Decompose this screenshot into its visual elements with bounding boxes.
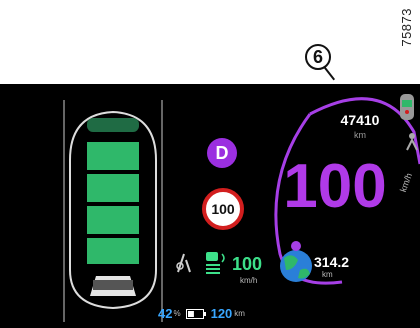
lane-assist-icon xyxy=(176,253,191,273)
eco-globe-icon xyxy=(280,241,312,282)
battery-cell xyxy=(87,174,139,202)
car-front-icon xyxy=(87,118,139,132)
callout-leader-line xyxy=(323,65,336,81)
battery-cell xyxy=(87,206,139,234)
speed-value: 100 xyxy=(283,152,387,221)
gear-indicator: D xyxy=(207,138,237,168)
adaptive-cruise-icon xyxy=(206,252,225,274)
cruise-speed-unit: km/h xyxy=(240,276,258,285)
instrument-cluster: D 100 47410 km 100 km/h 100 km/h 314.2 k… xyxy=(0,84,420,328)
vehicle-status-icon xyxy=(400,94,414,120)
battery-status-row: 42 % 120 km xyxy=(158,306,245,321)
seatbelt-icon xyxy=(406,133,418,151)
eco-range-value: 314.2 xyxy=(314,254,350,270)
figure-reference-number: 75873 xyxy=(399,8,414,47)
odometer-unit: km xyxy=(354,130,366,140)
eco-range-unit: km xyxy=(322,270,333,279)
battery-range-unit: km xyxy=(234,309,245,318)
battery-icon xyxy=(185,308,206,319)
speed-limit-sign: 100 xyxy=(202,188,244,230)
cruise-speed-value: 100 xyxy=(232,254,263,274)
battery-cell xyxy=(87,238,139,264)
car-battery-graphic xyxy=(63,100,163,322)
battery-cell xyxy=(87,142,139,170)
battery-percent-sign: % xyxy=(173,309,181,318)
odometer-value: 47410 xyxy=(340,112,380,128)
battery-range-value: 120 xyxy=(210,306,233,321)
battery-percent-value: 42 xyxy=(158,306,173,321)
callout-marker: 6 xyxy=(305,44,331,70)
